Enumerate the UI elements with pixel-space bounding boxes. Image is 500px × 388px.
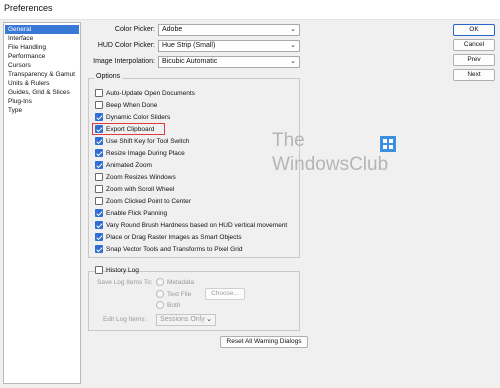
reset-all-warning-dialogs-button[interactable]: Reset All Warning Dialogs [220, 336, 308, 348]
color-picker-value: Adobe [162, 26, 183, 33]
window-title: Preferences [4, 3, 53, 13]
option-label: Dynamic Color Sliders [106, 114, 171, 121]
sidebar-item-guides-grid-slices[interactable]: Guides, Grid & Slices [5, 88, 79, 97]
checkbox[interactable] [95, 266, 103, 274]
hud-color-picker-value: Hue Strip (Small) [162, 42, 216, 49]
hud-color-picker-select[interactable]: Hue Strip (Small) ⌄ [158, 40, 300, 52]
chevron-down-icon: ⌄ [290, 42, 296, 49]
ok-button[interactable]: OK [453, 24, 495, 36]
checkbox-checked[interactable] [95, 113, 103, 121]
image-interpolation-value: Bicubic Automatic [162, 58, 218, 65]
chevron-down-icon: ⌄ [290, 58, 296, 65]
checkbox-checked[interactable] [95, 161, 103, 169]
checkbox-checked[interactable] [95, 137, 103, 145]
chevron-down-icon: ⌄ [290, 26, 296, 33]
history-log-label: History Log [106, 267, 139, 274]
checkbox[interactable] [95, 101, 103, 109]
option-label: Snap Vector Tools and Transforms to Pixe… [106, 246, 243, 253]
options-group-title: Options [94, 73, 123, 80]
option-label: Animated Zoom [106, 162, 152, 169]
radio-label: Text File [167, 291, 192, 298]
save-log-items-label: Save Log Items To: [97, 279, 153, 286]
edit-log-items-select[interactable]: Sessions Only ⌄ [156, 314, 216, 326]
option-label: Place or Drag Raster Images as Smart Obj… [106, 234, 242, 241]
edit-log-items-value: Sessions Only [160, 316, 205, 323]
option-label: Zoom Clicked Point to Center [106, 198, 191, 205]
radio-label: Metadata [167, 279, 195, 286]
option-label: Auto-Update Open Documents [106, 90, 195, 97]
checkbox-checked[interactable] [95, 125, 103, 133]
choose-button[interactable]: Choose... [205, 288, 245, 300]
checkbox-checked[interactable] [95, 221, 103, 229]
option-label: Zoom Resizes Windows [106, 174, 176, 181]
option-label: Use Shift Key for Tool Switch [106, 138, 190, 145]
checkbox-checked[interactable] [95, 149, 103, 157]
prev-button[interactable]: Prev [453, 54, 495, 66]
checkbox-checked[interactable] [95, 209, 103, 217]
sidebar-item-units-rulers[interactable]: Units & Rulers [5, 79, 79, 88]
option-label: Resize Image During Place [106, 150, 185, 157]
option-label: Enable Flick Panning [106, 210, 168, 217]
windowsclub-logo-icon [380, 136, 396, 152]
checkbox[interactable] [95, 173, 103, 181]
checkbox[interactable] [95, 89, 103, 97]
preferences-sidebar: General Interface File Handling Performa… [3, 22, 81, 384]
cancel-button[interactable]: Cancel [453, 39, 495, 51]
checkbox-checked[interactable] [95, 245, 103, 253]
radio-button[interactable] [156, 290, 164, 298]
watermark-line2: WindowsClub [272, 154, 389, 175]
image-interpolation-select[interactable]: Bicubic Automatic ⌄ [158, 56, 300, 68]
radio-label: Both [167, 302, 181, 309]
radio-button[interactable] [156, 278, 164, 286]
hud-color-picker-label: HUD Color Picker: [97, 42, 155, 49]
option-label: Vary Round Brush Hardness based on HUD v… [106, 222, 288, 229]
sidebar-item-plug-ins[interactable]: Plug-Ins [5, 97, 79, 106]
color-picker-select[interactable]: Adobe ⌄ [158, 24, 300, 36]
option-label: Beep When Done [106, 102, 158, 109]
option-label: Zoom with Scroll Wheel [106, 186, 175, 193]
image-interpolation-label: Image Interpolation: [93, 58, 155, 65]
watermark: The WindowsClub [272, 130, 412, 190]
sidebar-item-transparency-gamut[interactable]: Transparency & Gamut [5, 70, 79, 79]
watermark-line1: The [272, 130, 305, 151]
checkbox[interactable] [95, 197, 103, 205]
option-label: Export Clipboard [106, 126, 155, 133]
radio-button[interactable] [156, 301, 164, 309]
next-button[interactable]: Next [453, 69, 495, 81]
checkbox[interactable] [95, 185, 103, 193]
sidebar-item-type[interactable]: Type [5, 106, 79, 115]
color-picker-label: Color Picker: [114, 26, 155, 33]
edit-log-items-label: Edit Log Items: [103, 316, 147, 323]
title-bar: Preferences [0, 0, 500, 20]
chevron-down-icon: ⌄ [206, 316, 212, 323]
history-log-toggle[interactable]: History Log [95, 266, 139, 275]
checkbox-checked[interactable] [95, 233, 103, 241]
